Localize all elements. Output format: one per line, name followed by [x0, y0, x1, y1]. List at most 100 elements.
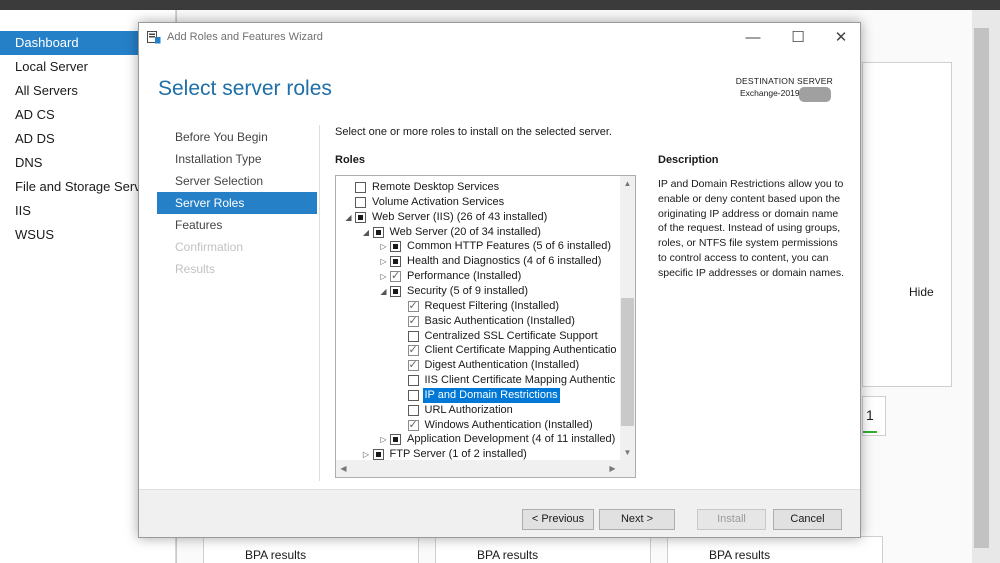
step-results: Results	[175, 262, 216, 276]
role-checkbox[interactable]	[407, 375, 419, 387]
role-label: Common HTTP Features (5 of 6 installed)	[407, 240, 611, 253]
bpa-tile	[667, 536, 883, 563]
scroll-up-icon[interactable]: ▲	[620, 176, 635, 191]
role-checkbox[interactable]	[407, 404, 419, 416]
role-label: Digest Authentication (Installed)	[424, 359, 580, 372]
cancel-button[interactable]: Cancel	[773, 509, 842, 530]
server-manager-titlebar	[0, 0, 1000, 10]
bpa-results-link[interactable]: BPA results	[709, 548, 770, 562]
roles-scrollbar-thumb[interactable]	[621, 298, 634, 426]
bpa-tile	[203, 536, 419, 563]
page-title: Select server roles	[158, 77, 332, 100]
scroll-left-icon[interactable]: ◀	[336, 461, 351, 476]
role-checkbox[interactable]	[390, 434, 401, 446]
hide-link[interactable]: Hide	[909, 285, 934, 299]
role-checkbox[interactable]	[407, 358, 419, 373]
role-label: Performance (Installed)	[407, 270, 522, 283]
bpa-tile	[435, 536, 651, 563]
dashboard-scrollbar-thumb[interactable]	[974, 28, 989, 548]
step-server-roles[interactable]: Server Roles	[157, 192, 317, 214]
maximize-button[interactable]: ☐	[784, 27, 812, 49]
scrollbar-corner	[620, 460, 635, 477]
scroll-right-icon[interactable]: ▶	[605, 461, 620, 476]
role-label: URL Authorization	[424, 403, 513, 416]
role-checkbox[interactable]	[390, 269, 401, 284]
role-checkbox[interactable]	[407, 330, 419, 342]
role-label: Health and Diagnostics (4 of 6 installed…	[407, 255, 602, 268]
role-checkbox[interactable]	[355, 182, 366, 193]
role-tile-count: 1	[866, 407, 874, 423]
window-title: Add Roles and Features Wizard	[167, 31, 323, 43]
role-checkbox[interactable]	[355, 211, 366, 223]
status-bar	[863, 431, 877, 433]
role-label: Web Server (20 of 34 installed)	[389, 225, 541, 238]
close-button[interactable]: ✕	[827, 27, 855, 49]
previous-button[interactable]: < Previous	[522, 509, 594, 530]
role-tile[interactable]: 1	[862, 396, 886, 436]
role-label: IIS Client Certificate Mapping Authentic	[424, 374, 616, 387]
collapse-arrow-icon[interactable]: ◢	[362, 225, 371, 240]
add-roles-wizard-window: Add Roles and Features Wizard — ☐ ✕ Sele…	[138, 22, 861, 538]
welcome-panel	[862, 62, 952, 387]
install-button: Install	[697, 509, 766, 530]
scroll-down-icon[interactable]: ▼	[620, 445, 635, 460]
next-button[interactable]: Next >	[599, 509, 675, 530]
instruction-text: Select one or more roles to install on t…	[335, 126, 612, 138]
step-features[interactable]: Features	[157, 214, 317, 236]
dashboard-scrollbar[interactable]	[972, 10, 1000, 563]
role-label: Volume Activation Services	[372, 195, 505, 208]
step-before-you-begin[interactable]: Before You Begin	[157, 126, 317, 148]
minimize-button[interactable]: —	[739, 27, 767, 49]
expand-arrow-icon[interactable]: ▷	[379, 254, 388, 269]
role-label: Request Filtering (Installed)	[424, 299, 560, 312]
role-checkbox[interactable]	[407, 389, 419, 401]
collapse-arrow-icon[interactable]: ◢	[379, 284, 388, 299]
role-checkbox[interactable]	[407, 418, 419, 433]
roles-hscroll-thumb[interactable]	[352, 462, 604, 475]
bpa-results-link[interactable]: BPA results	[477, 548, 538, 562]
expand-arrow-icon[interactable]: ▷	[379, 432, 388, 447]
wizard-titlebar[interactable]: Add Roles and Features Wizard — ☐ ✕	[139, 23, 860, 53]
bpa-results-link[interactable]: BPA results	[245, 548, 306, 562]
roles-tree-rows: Remote Desktop Services Volume Activation…	[336, 176, 620, 460]
role-label: Web Server (IIS) (26 of 43 installed)	[372, 210, 548, 223]
step-confirmation: Confirmation	[175, 240, 244, 254]
role-label: FTP Server (1 of 2 installed)	[389, 448, 527, 460]
role-label: Application Development (4 of 11 install…	[407, 433, 616, 446]
expand-arrow-icon[interactable]: ▷	[379, 269, 388, 284]
role-checkbox[interactable]	[390, 256, 401, 268]
role-checkbox[interactable]	[407, 314, 419, 329]
destination-server-value: Exchange-2019	[740, 88, 800, 98]
description-text: IP and Domain Restrictions allow you to …	[658, 178, 844, 279]
sidebar-item-dashboard[interactable]: Dashboard	[0, 31, 139, 55]
roles-heading: Roles	[335, 154, 365, 166]
roles-vertical-scrollbar[interactable]: ▲ ▼	[620, 176, 635, 460]
description-heading: Description	[658, 154, 719, 166]
role-checkbox[interactable]	[407, 299, 419, 314]
role-checkbox[interactable]	[372, 226, 384, 238]
steps-divider	[319, 125, 320, 481]
collapse-arrow-icon[interactable]: ◢	[344, 210, 353, 225]
wizard-footer: < Previous Next > Install Cancel	[139, 489, 860, 537]
destination-server-label: DESTINATION SERVER	[735, 76, 833, 86]
role-label: Client Certificate Mapping Authenticatio	[424, 344, 617, 357]
role-checkbox[interactable]	[390, 285, 401, 297]
role-label: Remote Desktop Services	[372, 181, 500, 193]
roles-tree[interactable]: Remote Desktop Services Volume Activation…	[335, 175, 636, 478]
role-label: Windows Authentication (Installed)	[424, 418, 593, 431]
role-label: IP and Domain Restrictions	[422, 387, 560, 403]
step-server-selection[interactable]: Server Selection	[157, 170, 317, 192]
roles-horizontal-scrollbar[interactable]: ◀ ▶	[336, 460, 620, 477]
role-checkbox[interactable]	[355, 196, 366, 208]
role-label: Basic Authentication (Installed)	[424, 314, 575, 327]
role-label: Security (5 of 9 installed)	[407, 284, 529, 297]
redaction-mark	[799, 87, 831, 102]
expand-arrow-icon[interactable]: ▷	[379, 239, 388, 254]
role-label: Centralized SSL Certificate Support	[424, 329, 598, 342]
expand-arrow-icon[interactable]: ▷	[362, 447, 371, 460]
role-checkbox[interactable]	[407, 343, 419, 358]
role-checkbox[interactable]	[372, 449, 384, 460]
role-checkbox[interactable]	[390, 241, 401, 253]
server-manager-icon	[147, 31, 161, 44]
step-installation-type[interactable]: Installation Type	[157, 148, 317, 170]
